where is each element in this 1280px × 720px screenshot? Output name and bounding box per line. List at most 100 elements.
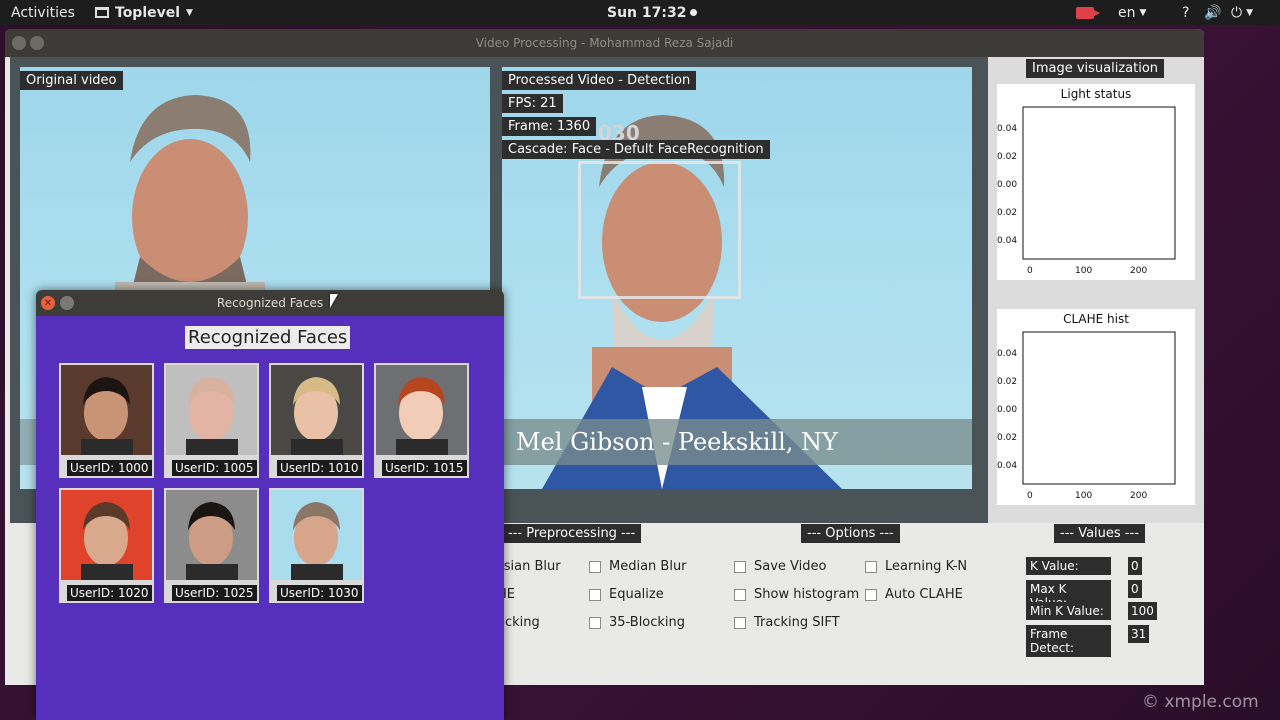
y-tick-label: 0.02	[997, 152, 1017, 162]
clock-label: Sun 17:32	[607, 4, 687, 21]
face-user-id-label: UserID: 1025	[172, 585, 257, 601]
volume-icon[interactable]: 🔊	[1204, 0, 1221, 25]
checkbox-label: Show histogram	[754, 587, 860, 602]
chevron-down-icon: ▼	[186, 7, 193, 18]
minimize-window-button[interactable]	[60, 296, 74, 310]
face-card[interactable]: UserID: 1005	[164, 363, 259, 478]
fps-label: FPS: 21	[502, 94, 563, 113]
checkbox-label: Equalize	[609, 587, 664, 602]
checkbox-tracking-sift[interactable]: Tracking SIFT	[734, 615, 840, 630]
y-tick-label: 0.00	[997, 405, 1017, 415]
language-button[interactable]: en ▼	[1118, 0, 1146, 25]
checkbox-label: 35-Blocking	[609, 615, 686, 630]
x-tick-label: 200	[1130, 491, 1147, 501]
x-tick-label: 0	[1027, 491, 1033, 501]
y-tick-label: 0.04	[997, 236, 1017, 246]
checkbox-save-video[interactable]: Save Video	[734, 559, 826, 574]
video-caption-text: Mel Gibson - Peekskill, NY	[516, 428, 838, 456]
chevron-down-icon: ▼	[1139, 7, 1147, 18]
face-card[interactable]: UserID: 1010	[269, 363, 364, 478]
x-tick-label: 100	[1075, 266, 1092, 276]
checkbox[interactable]	[734, 616, 746, 629]
frame-label: Frame: 1360	[502, 117, 597, 136]
face-thumbnail	[61, 490, 152, 580]
min-k-value: 100	[1128, 602, 1157, 620]
x-tick-label: 0	[1027, 266, 1033, 276]
checkbox-gaussian-blur[interactable]: ssian Blur	[497, 559, 561, 574]
y-tick-label: 0.02	[997, 208, 1017, 218]
help-icon[interactable]: ?	[1182, 0, 1189, 25]
power-icon: ⏻	[1231, 4, 1243, 21]
face-card[interactable]: UserID: 1025	[164, 488, 259, 603]
face-user-id-label: UserID: 1005	[172, 460, 257, 476]
preprocessing-heading: --- Preprocessing ---	[502, 524, 642, 543]
y-tick-label: 0.02	[997, 377, 1017, 387]
detection-box	[578, 161, 741, 299]
face-card[interactable]: UserID: 1030	[269, 488, 364, 603]
app-menu-button[interactable]: Toplevel ▼	[95, 0, 193, 25]
face-thumbnail	[271, 490, 362, 580]
options-heading: --- Options ---	[801, 524, 900, 543]
face-thumbnail	[376, 365, 467, 455]
checkbox[interactable]	[589, 588, 601, 601]
recognized-faces-window: ✕ Recognized Faces Recognized Faces User…	[36, 290, 504, 720]
face-card[interactable]: UserID: 1020	[59, 488, 154, 603]
face-thumbnail	[166, 490, 257, 580]
screen-record-icon[interactable]	[1076, 0, 1100, 25]
y-tick-label: 0.04	[997, 461, 1017, 471]
frame-detect-label: Frame Detect:	[1026, 625, 1111, 657]
checkbox-auto-clahe[interactable]: Auto CLAHE	[865, 587, 963, 602]
face-user-id-label: UserID: 1020	[67, 585, 152, 601]
faces-window-titlebar[interactable]: ✕ Recognized Faces	[36, 290, 504, 316]
y-tick-label: 0.04	[997, 349, 1017, 359]
top-panel: Activities Toplevel ▼ Sun 17:32 en ▼ ? 🔊…	[0, 0, 1280, 25]
checkbox[interactable]	[865, 588, 877, 601]
video-caption-banner: Mel Gibson - Peekskill, NY	[502, 419, 972, 465]
window-title: Video Processing - Mohammad Reza Sajadi	[475, 36, 734, 50]
max-k-value: 0	[1128, 580, 1142, 598]
face-user-id-label: UserID: 1015	[382, 460, 467, 476]
activities-button[interactable]: Activities	[11, 0, 75, 25]
y-tick-label: 0.00	[997, 180, 1017, 190]
face-thumbnail	[271, 365, 362, 455]
checkbox-label: Save Video	[754, 559, 827, 574]
window-titlebar[interactable]: Video Processing - Mohammad Reza Sajadi	[5, 29, 1204, 57]
k-value-label: K Value:	[1026, 557, 1111, 575]
checkbox-label: Learning K-N	[885, 559, 968, 574]
clahe-hist-plot: CLAHE hist 0.04 0.02 0.00 0.02 0.04 0 10…	[997, 309, 1195, 505]
face-card[interactable]: UserID: 1015	[374, 363, 469, 478]
checkbox-median-blur[interactable]: Median Blur	[589, 559, 687, 574]
visualization-title: Image visualization	[1026, 59, 1165, 78]
language-label: en	[1118, 4, 1136, 21]
checkbox-label: ssian Blur	[497, 559, 561, 574]
checkbox-equalize[interactable]: Equalize	[589, 587, 664, 602]
face-thumbnail	[166, 365, 257, 455]
mouse-pointer-icon	[330, 294, 338, 308]
checkbox-learning-kn[interactable]: Learning K-N	[865, 559, 967, 574]
checkbox-show-histogram[interactable]: Show histogram	[734, 587, 859, 602]
close-icon[interactable]: ✕	[41, 296, 55, 310]
window-icon	[95, 7, 109, 18]
checkbox[interactable]	[734, 560, 746, 573]
faces-heading: Recognized Faces	[185, 326, 351, 349]
face-card[interactable]: UserID: 1000	[59, 363, 154, 478]
min-k-value-label: Min K Value:	[1026, 602, 1111, 620]
light-status-plot: Light status 0.04 0.02 0.00 0.02 0.04 0 …	[997, 84, 1195, 280]
close-window-button[interactable]	[12, 36, 26, 50]
checkbox-35-blocking[interactable]: 35-Blocking	[589, 615, 685, 630]
minimize-window-button[interactable]	[30, 36, 44, 50]
power-menu-button[interactable]: ⏻ ▼	[1231, 0, 1253, 25]
checkbox[interactable]	[865, 560, 877, 573]
y-tick-label: 0.04	[997, 124, 1017, 134]
checkbox-label: Auto CLAHE	[885, 587, 963, 602]
checkbox[interactable]	[734, 588, 746, 601]
checkbox[interactable]	[589, 560, 601, 573]
values-heading: --- Values ---	[1054, 524, 1145, 543]
clock-button[interactable]: Sun 17:32	[607, 0, 698, 25]
notification-dot-icon	[690, 9, 698, 16]
checkbox[interactable]	[589, 616, 601, 629]
k-value: 0	[1128, 557, 1142, 575]
y-tick-label: 0.02	[997, 433, 1017, 443]
checkbox-label: Median Blur	[609, 559, 687, 574]
face-user-id-label: UserID: 1000	[67, 460, 152, 476]
